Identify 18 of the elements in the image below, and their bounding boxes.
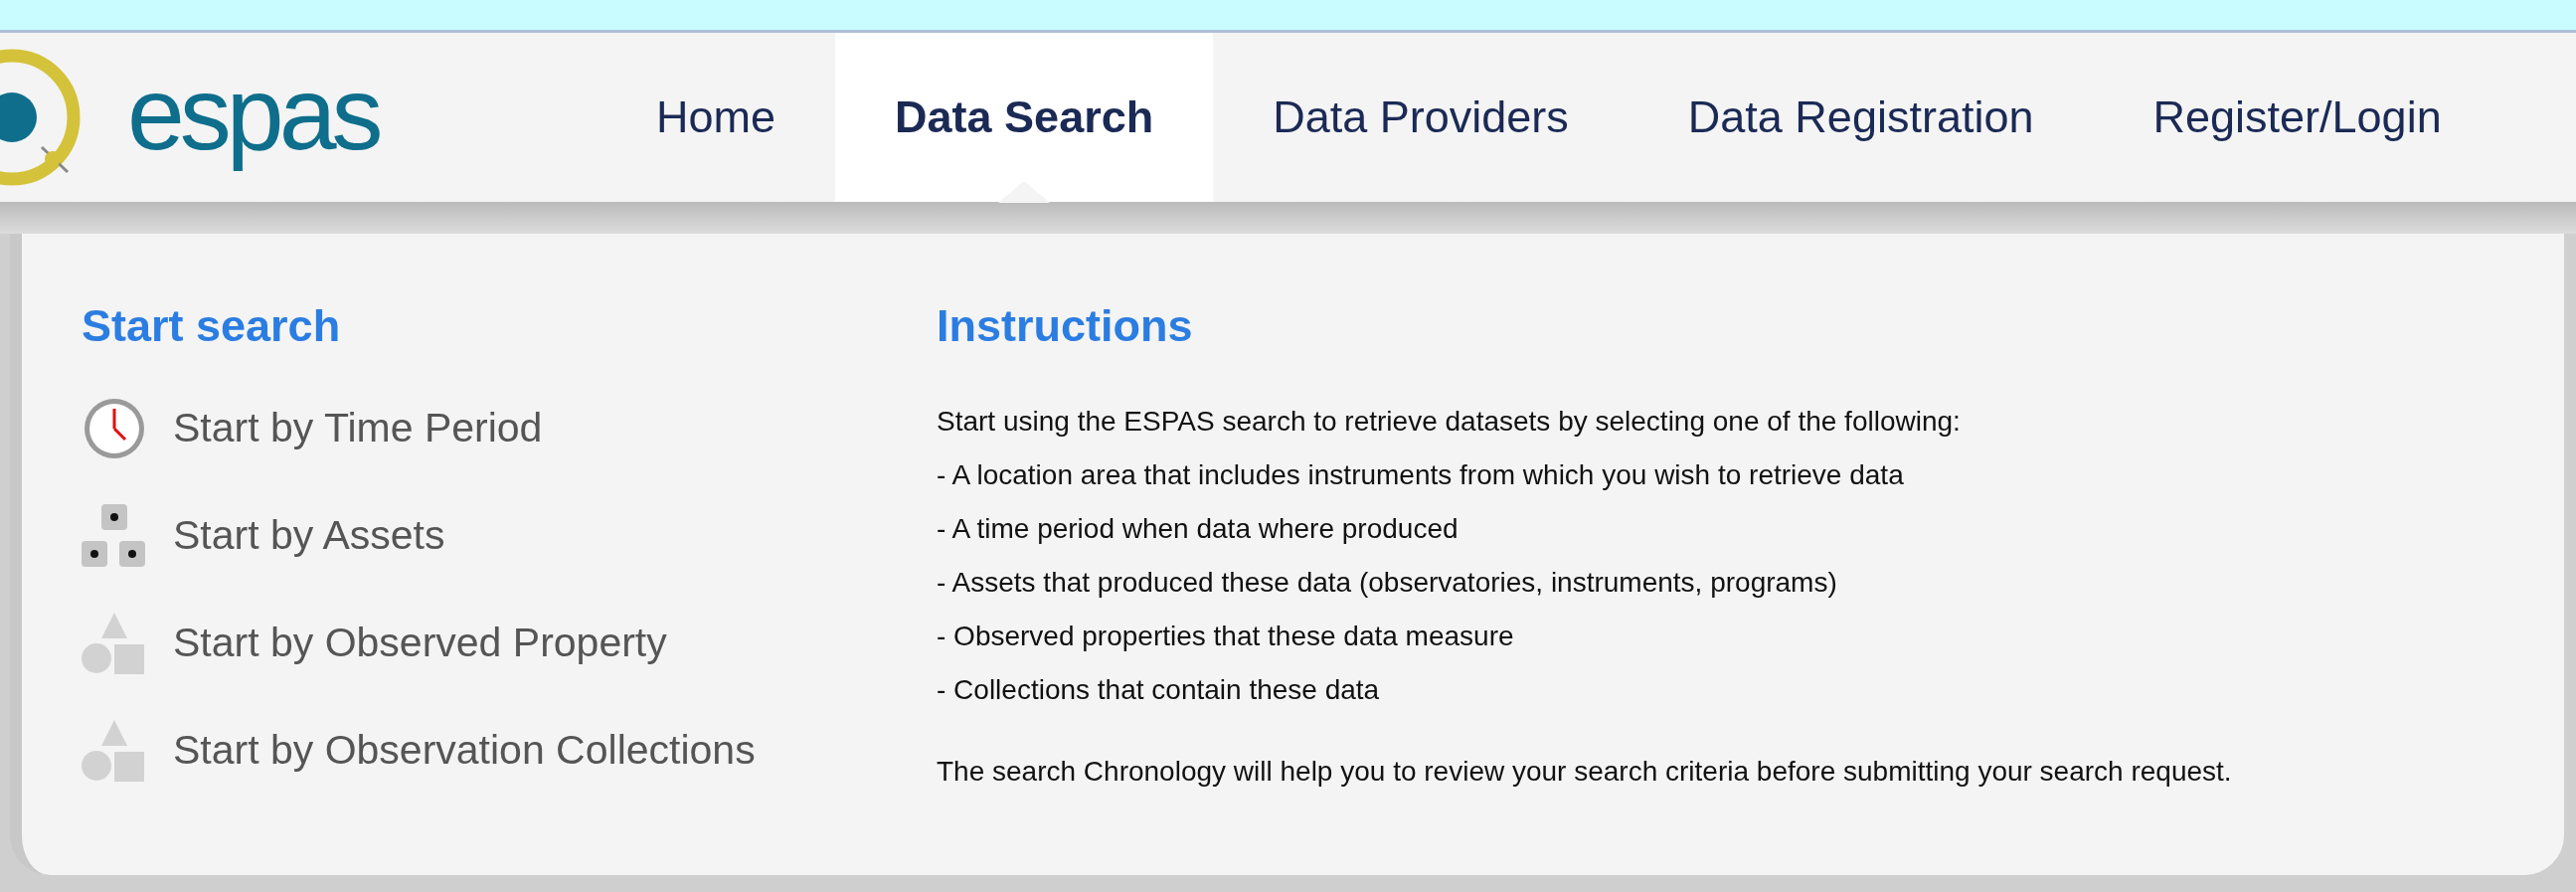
nav-tab[interactable]: Data Search (835, 33, 1214, 202)
instruction-text: - Assets that produced these data (observatories, instruments, programs) (937, 565, 1838, 600)
nav-tab[interactable]: Data Providers (1213, 33, 1629, 202)
nav-tab[interactable]: Register/Login (2093, 33, 2501, 202)
search-option-link[interactable]: Start by Time Period (82, 374, 937, 482)
nav-tab[interactable]: Data Registration (1628, 33, 2094, 202)
logo-text[interactable]: espas (127, 49, 387, 178)
instruction-text: - A time period when data where produced (937, 511, 1460, 546)
nav-tab[interactable]: Home (597, 33, 836, 202)
instruction-text: - Observed properties that these data measure (937, 619, 1515, 653)
instruction-text: - Collections that contain these data (937, 672, 1381, 707)
instruction-note: The search Chronology will help you to review your search criteria before submitting your search request. (937, 754, 2233, 789)
assets-icon (82, 502, 147, 569)
instruction-text: - A location area that includes instruments from which you wish to retrieve data (937, 457, 1905, 492)
instruction-text: Start using the ESPAS search to retrieve datasets by selecting one of the following: (937, 404, 1962, 439)
search-option-link[interactable]: Start by Assets (82, 481, 937, 590)
section-heading: Instructions (937, 301, 1194, 351)
section-heading: Start search (82, 301, 342, 351)
